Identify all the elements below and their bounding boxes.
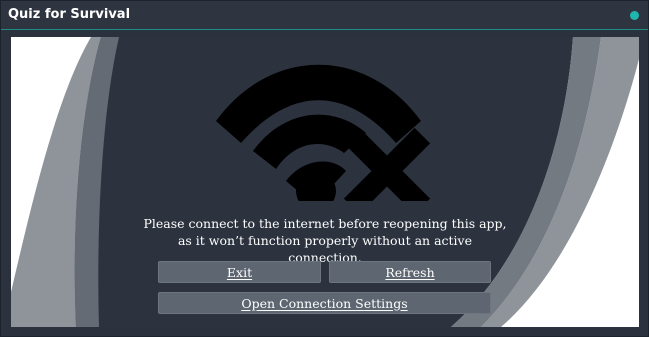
wifi-off-icon (216, 64, 431, 201)
window-title: Quiz for Survival (8, 7, 131, 22)
exit-button[interactable]: Exit (158, 261, 321, 283)
title-bar[interactable]: Quiz for Survival (1, 1, 648, 30)
connection-message: Please connect to the internet before re… (143, 216, 507, 265)
open-connection-settings-button[interactable]: Open Connection Settings (158, 292, 491, 314)
status-indicator-icon (630, 11, 639, 20)
refresh-button[interactable]: Refresh (329, 261, 491, 283)
offline-panel: Please connect to the internet before re… (11, 37, 639, 327)
app-window: Quiz for Survival Please connect to the … (0, 0, 649, 337)
